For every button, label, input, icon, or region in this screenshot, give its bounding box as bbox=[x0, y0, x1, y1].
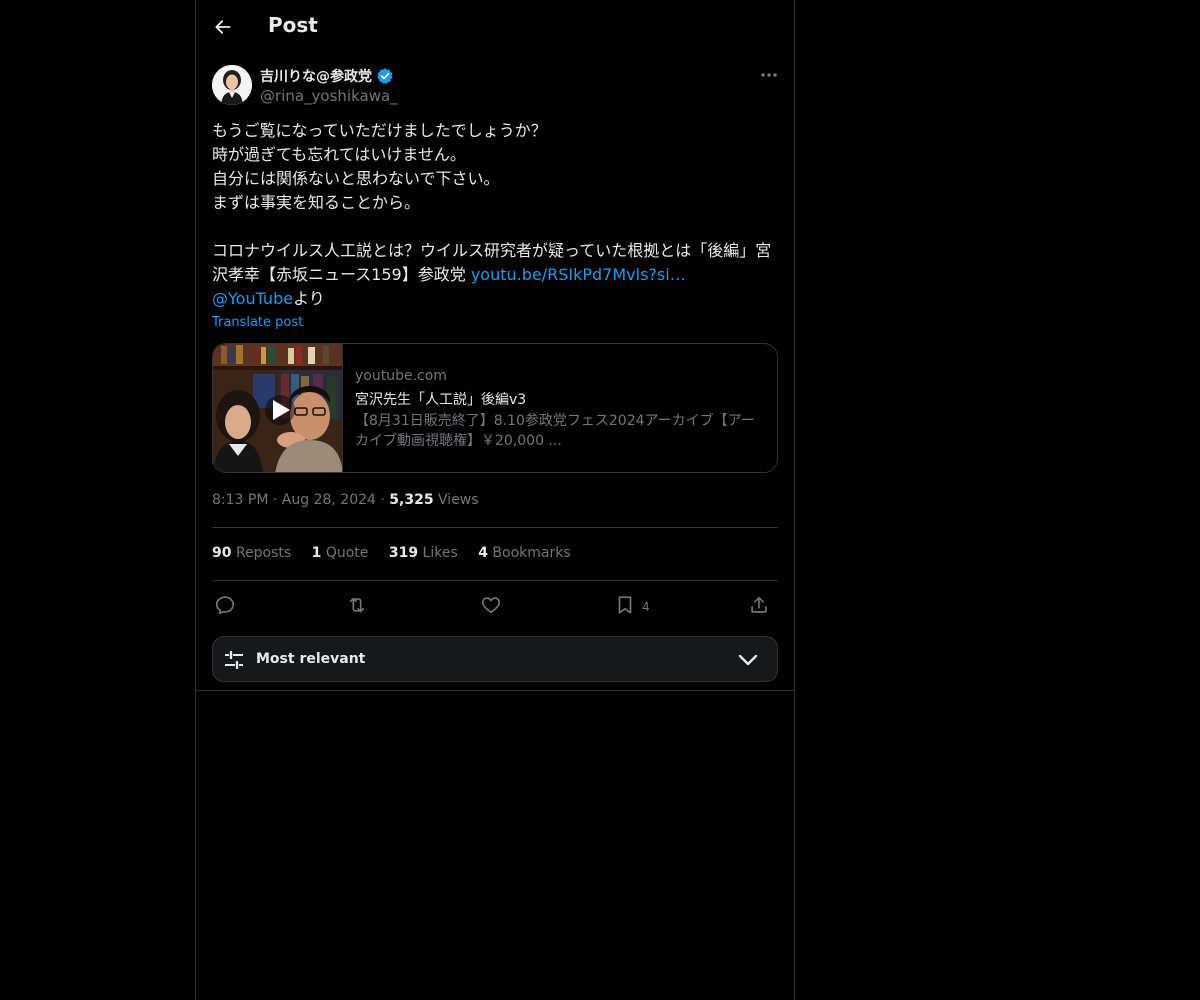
link-card[interactable]: youtube.com 宮沢先生「人工説」後編v3 【8月31日販売終了】8.1… bbox=[212, 343, 778, 473]
repost-icon bbox=[349, 597, 365, 613]
more-button[interactable] bbox=[759, 66, 779, 84]
divider bbox=[196, 690, 794, 691]
like-button[interactable] bbox=[480, 592, 502, 618]
author-display-name[interactable]: 吉川りな@参政党 bbox=[260, 66, 394, 86]
card-thumbnail bbox=[213, 344, 343, 472]
more-icon bbox=[761, 73, 777, 77]
likes-stat[interactable]: 319 Likes bbox=[389, 545, 458, 561]
verified-badge-icon bbox=[377, 68, 393, 84]
mention-link[interactable]: @YouTube bbox=[212, 289, 293, 308]
share-button[interactable] bbox=[748, 592, 770, 618]
author-handle[interactable]: @rina_yoshikawa_ bbox=[260, 87, 398, 105]
primary-column: Post 吉川りな@参政党 @rina_yoshikawa_ もうご覧になってい… bbox=[195, 0, 795, 1000]
reposts-stat[interactable]: 90 Reposts bbox=[212, 545, 291, 561]
back-button[interactable] bbox=[210, 14, 236, 40]
like-icon bbox=[481, 597, 501, 614]
divider bbox=[212, 527, 778, 528]
reply-button[interactable] bbox=[214, 592, 236, 618]
reposts-count: 90 bbox=[212, 545, 232, 561]
page-title: Post bbox=[268, 13, 318, 37]
bookmarks-count: 4 bbox=[478, 545, 488, 561]
sort-selected-value: Most relevant bbox=[256, 651, 366, 667]
reposts-label: Reposts bbox=[235, 545, 292, 561]
engagement-stats: 90 Reposts 1 Quote 319 Likes 4 Bookmarks bbox=[212, 545, 587, 561]
tweet-tail: より bbox=[293, 289, 325, 308]
post-time[interactable]: 8:13 PM bbox=[212, 492, 268, 508]
post-date[interactable]: Aug 28, 2024 bbox=[282, 492, 376, 508]
repost-button[interactable] bbox=[346, 592, 368, 618]
meta-separator: · bbox=[268, 492, 282, 508]
reply-sort-dropdown[interactable]: Most relevant bbox=[212, 636, 778, 682]
bookmarks-label: Bookmarks bbox=[492, 545, 571, 561]
likes-count: 319 bbox=[388, 545, 419, 561]
action-bar: 4 bbox=[212, 590, 778, 620]
divider bbox=[212, 580, 778, 581]
tweet-meta: 8:13 PM · Aug 28, 2024 · 5,325 Views bbox=[212, 492, 479, 508]
page-header: Post bbox=[196, 0, 794, 53]
avatar[interactable] bbox=[212, 65, 252, 105]
tweet-body: もうご覧になっていただけましたでしょうか？ 時が過ぎても忘れてはいけません。 自… bbox=[212, 121, 772, 284]
bookmark-icon bbox=[618, 596, 632, 614]
bookmark-button[interactable]: 4 bbox=[614, 592, 650, 618]
views-count: 5,325 bbox=[389, 492, 434, 508]
share-icon bbox=[751, 596, 767, 613]
back-arrow-icon bbox=[215, 20, 231, 34]
author-name-text: 吉川りな@参政党 bbox=[260, 69, 372, 85]
bookmark-count: 4 bbox=[642, 600, 650, 614]
tweet-link[interactable]: youtu.be/RSIkPd7Mvls?si… bbox=[471, 265, 686, 284]
meta-separator: · bbox=[375, 492, 390, 508]
reply-icon bbox=[215, 596, 235, 615]
likes-label: Likes bbox=[422, 545, 458, 561]
quote-label: Quote bbox=[325, 545, 369, 561]
views-label: Views bbox=[438, 492, 479, 508]
card-domain: youtube.com bbox=[355, 368, 447, 384]
chevron-down-icon bbox=[738, 654, 758, 666]
sliders-icon bbox=[225, 651, 243, 669]
quote-count: 1 bbox=[311, 545, 322, 561]
card-description: 【8月31日販売終了】8.10参政党フェス2024アーカイブ【アーカイブ動画視聴… bbox=[355, 413, 755, 449]
bookmarks-stat[interactable]: 4 Bookmarks bbox=[478, 545, 570, 561]
tweet-text: もうご覧になっていただけましたでしょうか？ 時が過ぎても忘れてはいけません。 自… bbox=[212, 119, 778, 311]
quote-stat[interactable]: 1 Quote bbox=[312, 545, 369, 561]
card-title: 宮沢先生「人工説」後編v3 bbox=[355, 392, 527, 408]
translate-post-link[interactable]: Translate post bbox=[212, 315, 303, 330]
